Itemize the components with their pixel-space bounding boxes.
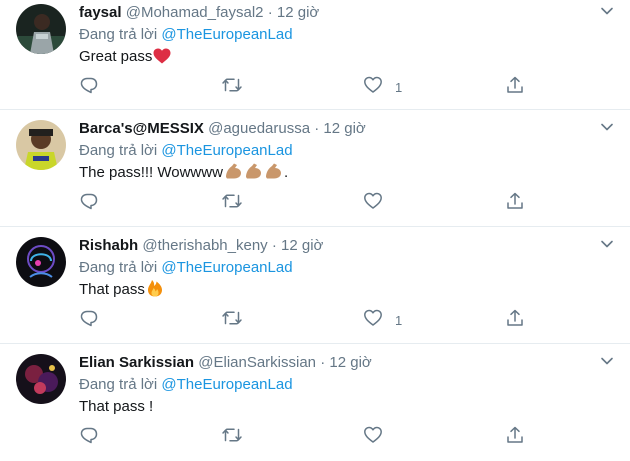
- reply-button[interactable]: [79, 192, 99, 214]
- tweet[interactable]: Barca's@MESSIX @aguedarussa · 12 giờ Đan…: [0, 110, 630, 227]
- reply-context: Đang trả lời @TheEuropeanLad: [79, 24, 610, 46]
- tweet-header: Rishabh @therishabh_keny · 12 giờ: [79, 235, 610, 257]
- reply-icon: [79, 308, 99, 333]
- reply-context: Đang trả lời @TheEuropeanLad: [79, 140, 610, 162]
- reply-prefix: Đang trả lời: [79, 259, 158, 276]
- separator-dot: ·: [271, 237, 277, 254]
- like-button[interactable]: 1: [363, 76, 402, 98]
- reply-button[interactable]: [79, 309, 99, 331]
- share-icon: [505, 425, 525, 450]
- like-count: 1: [395, 312, 403, 328]
- chevron-down-icon[interactable]: [598, 352, 616, 370]
- share-icon: [505, 191, 525, 216]
- mention-link[interactable]: @TheEuropeanLad: [161, 26, 292, 43]
- avatar[interactable]: [16, 237, 66, 287]
- like-icon: [363, 425, 383, 450]
- retweet-button[interactable]: [221, 426, 243, 448]
- tweet-text-content: That pass !: [79, 398, 154, 415]
- author-name[interactable]: Elian Sarkissian: [79, 354, 194, 371]
- tweet-actions: 1: [79, 76, 599, 100]
- tweet-text-suffix: .: [283, 164, 289, 181]
- tweet[interactable]: Elian Sarkissian @ElianSarkissian · 12 g…: [0, 344, 630, 461]
- tweet-text: That pass: [79, 279, 610, 301]
- retweet-icon: [221, 75, 243, 100]
- author-handle[interactable]: @Mohamad_faysal2: [126, 4, 264, 21]
- mention-link[interactable]: @TheEuropeanLad: [161, 142, 292, 159]
- flexed-biceps-icon: [224, 162, 284, 187]
- reply-context: Đang trả lời @TheEuropeanLad: [79, 257, 610, 279]
- separator-dot: ·: [314, 120, 320, 137]
- reply-feed: faysal @Mohamad_faysal2 · 12 giờ Đang tr…: [0, 0, 630, 461]
- tweet-text: The pass!!! Wowwww.: [79, 162, 610, 184]
- reply-icon: [79, 191, 99, 216]
- timestamp[interactable]: 12 giờ: [329, 354, 371, 371]
- reply-button[interactable]: [79, 76, 99, 98]
- author-handle[interactable]: @aguedarussa: [208, 120, 310, 137]
- chevron-down-icon[interactable]: [598, 118, 616, 136]
- like-icon: [363, 308, 383, 333]
- reply-prefix: Đang trả lời: [79, 26, 158, 43]
- like-button[interactable]: [363, 426, 395, 448]
- share-icon: [505, 308, 525, 333]
- mention-link[interactable]: @TheEuropeanLad: [161, 259, 292, 276]
- tweet-text-content: Great pass: [79, 48, 153, 65]
- tweet[interactable]: Rishabh @therishabh_keny · 12 giờ Đang t…: [0, 227, 630, 344]
- chevron-down-icon[interactable]: [598, 235, 616, 253]
- reply-button[interactable]: [79, 426, 99, 448]
- tweet-text: Great pass: [79, 46, 610, 68]
- red-heart-icon: [153, 48, 171, 71]
- tweet-header: faysal @Mohamad_faysal2 · 12 giờ: [79, 2, 610, 24]
- author-name[interactable]: Barca's@MESSIX: [79, 120, 204, 137]
- separator-dot: ·: [320, 354, 326, 371]
- timestamp[interactable]: 12 giờ: [281, 237, 323, 254]
- retweet-button[interactable]: [221, 76, 243, 98]
- author-name[interactable]: Rishabh: [79, 237, 138, 254]
- tweet-header: Barca's@MESSIX @aguedarussa · 12 giờ: [79, 118, 610, 140]
- mention-link[interactable]: @TheEuropeanLad: [161, 376, 292, 393]
- retweet-icon: [221, 191, 243, 216]
- retweet-button[interactable]: [221, 192, 243, 214]
- reply-prefix: Đang trả lời: [79, 376, 158, 393]
- author-name[interactable]: faysal: [79, 4, 122, 21]
- share-button[interactable]: [505, 309, 525, 331]
- reply-context: Đang trả lời @TheEuropeanLad: [79, 374, 610, 396]
- author-handle[interactable]: @therishabh_keny: [142, 237, 267, 254]
- share-button[interactable]: [505, 426, 525, 448]
- tweet-actions: [79, 426, 599, 450]
- like-button[interactable]: [363, 192, 395, 214]
- retweet-icon: [221, 425, 243, 450]
- share-button[interactable]: [505, 192, 525, 214]
- like-count: 1: [395, 79, 403, 95]
- avatar[interactable]: [16, 4, 66, 54]
- like-icon: [363, 75, 383, 100]
- tweet-actions: 1: [79, 309, 599, 333]
- retweet-button[interactable]: [221, 309, 243, 331]
- tweet[interactable]: faysal @Mohamad_faysal2 · 12 giờ Đang tr…: [0, 0, 630, 110]
- share-icon: [505, 75, 525, 100]
- reply-icon: [79, 75, 99, 100]
- separator-dot: ·: [267, 4, 273, 21]
- chevron-down-icon[interactable]: [598, 2, 616, 20]
- tweet-text: That pass !: [79, 396, 610, 418]
- timestamp[interactable]: 12 giờ: [277, 4, 319, 21]
- tweet-header: Elian Sarkissian @ElianSarkissian · 12 g…: [79, 352, 610, 374]
- author-handle[interactable]: @ElianSarkissian: [198, 354, 316, 371]
- reply-icon: [79, 425, 99, 450]
- tweet-text-content: The pass!!! Wowwww: [79, 164, 223, 181]
- reply-prefix: Đang trả lời: [79, 142, 158, 159]
- avatar[interactable]: [16, 120, 66, 170]
- timestamp[interactable]: 12 giờ: [323, 120, 365, 137]
- avatar[interactable]: [16, 354, 66, 404]
- tweet-actions: [79, 192, 599, 216]
- like-button[interactable]: 1: [363, 309, 402, 331]
- like-icon: [363, 191, 383, 216]
- tweet-text-content: That pass: [79, 281, 145, 298]
- share-button[interactable]: [505, 76, 525, 98]
- retweet-icon: [221, 308, 243, 333]
- fire-icon: [146, 279, 164, 304]
